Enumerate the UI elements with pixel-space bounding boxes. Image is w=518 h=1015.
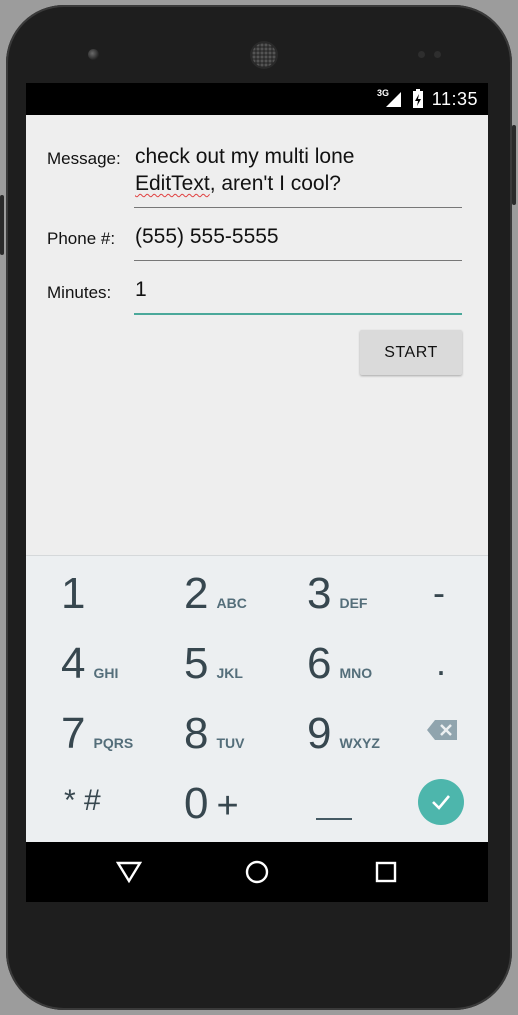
key-5-letters: JKL [216, 665, 243, 681]
minutes-label: Minutes: [47, 283, 112, 302]
phone-label: Phone #: [47, 229, 116, 248]
done-button[interactable] [418, 779, 464, 825]
key-9[interactable]: 9 WXYZ [307, 712, 380, 756]
recents-square-icon[interactable] [375, 861, 397, 883]
key-3-letters: DEF [339, 595, 368, 611]
key-0[interactable]: 0 + [184, 782, 239, 828]
key-8-letters: TUV [216, 735, 245, 751]
key-4[interactable]: 4 GHI [61, 642, 118, 686]
message-label: Message: [47, 149, 121, 168]
start-button[interactable]: START [360, 330, 462, 375]
screen: 3G 11:35 Message: check out my multi lon… [26, 83, 488, 902]
key-4-digit: 4 [61, 639, 86, 688]
backspace-icon[interactable] [426, 719, 458, 741]
minutes-underline [134, 313, 462, 315]
key-6[interactable]: 6 MNO [307, 642, 372, 686]
power-button [0, 195, 4, 255]
key-3-digit: 3 [307, 569, 332, 618]
key-0-plus: + [216, 785, 239, 827]
key-8[interactable]: 8 TUV [184, 712, 244, 756]
key-1-digit: 1 [61, 569, 86, 618]
message-text-line1: check out my multi lone [135, 145, 355, 168]
key-5-digit: 5 [184, 639, 209, 688]
key-9-digit: 9 [307, 709, 332, 758]
checkmark-icon [432, 795, 450, 810]
key-2-letters: ABC [216, 595, 247, 611]
key-dot[interactable]: . [436, 642, 446, 684]
message-text-rest: , aren't I cool? [209, 172, 341, 195]
key-star-hash[interactable]: * # [64, 784, 101, 818]
key-7[interactable]: 7 PQRS [61, 712, 133, 756]
volume-button [512, 125, 516, 205]
key-3[interactable]: 3 DEF [307, 572, 367, 616]
key-1[interactable]: 1 [61, 572, 85, 616]
sms-form: Message: check out my multi lone EditTex… [26, 115, 488, 555]
battery-charging-icon [412, 89, 423, 108]
light-sensor [434, 51, 441, 58]
navigation-bar [26, 842, 488, 902]
key-0-digit: 0 [184, 779, 209, 828]
key-dash[interactable]: - [433, 572, 445, 614]
status-bar: 3G 11:35 [26, 83, 488, 115]
message-text-line2: EditText, aren't I cool? [135, 170, 465, 197]
message-underline [134, 207, 462, 208]
key-7-digit: 7 [61, 709, 86, 758]
numeric-keypad: 1 2 ABC 3 DEF - 4 GHI 5 JKL 6 MNO . 7 PQRS 8 TU… [26, 555, 488, 843]
key-2[interactable]: 2 ABC [184, 572, 247, 616]
proximity-sensor [418, 51, 425, 58]
home-circle-icon[interactable] [245, 860, 269, 884]
minutes-input[interactable]: 1 [135, 276, 147, 303]
key-7-letters: PQRS [93, 735, 134, 751]
earpiece-speaker [252, 43, 276, 67]
network-type-label: 3G [377, 88, 390, 98]
front-camera [88, 49, 99, 60]
key-4-letters: GHI [93, 665, 119, 681]
key-6-letters: MNO [339, 665, 373, 681]
phone-underline [134, 260, 462, 261]
key-8-digit: 8 [184, 709, 209, 758]
message-input[interactable]: check out my multi lone EditText, aren't… [135, 143, 465, 197]
misspelled-word: EditText [135, 172, 210, 195]
key-5[interactable]: 5 JKL [184, 642, 243, 686]
key-2-digit: 2 [184, 569, 209, 618]
phone-input[interactable]: (555) 555-5555 [135, 223, 279, 250]
clock: 11:35 [431, 88, 478, 109]
key-9-letters: WXYZ [339, 735, 380, 751]
key-6-digit: 6 [307, 639, 332, 688]
key-space[interactable] [316, 818, 352, 820]
back-triangle-icon[interactable] [116, 860, 142, 884]
